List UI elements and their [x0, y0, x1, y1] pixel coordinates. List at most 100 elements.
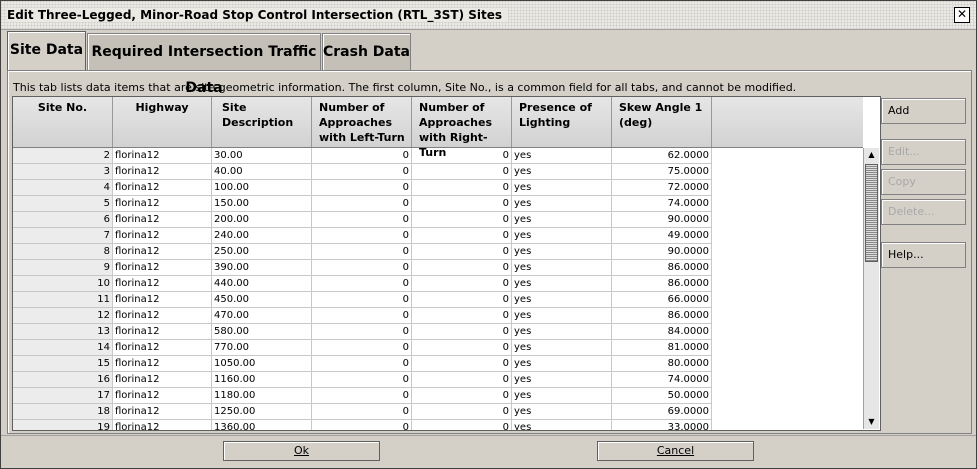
delete-button[interactable]: Delete...	[881, 199, 966, 225]
tab-site-data[interactable]: Site Data	[7, 31, 86, 70]
cell-left-turn[interactable]: 0	[312, 164, 412, 180]
table-row[interactable]: 17 florina12 1180.00 0 0 yes 50.0000	[13, 388, 863, 404]
cell-lighting[interactable]: yes	[512, 404, 612, 420]
column-header-skew-angle[interactable]: Skew Angle 1 (deg)	[612, 97, 712, 147]
cell-highway[interactable]: florina12	[113, 212, 212, 228]
vertical-scrollbar[interactable]: ▲ ▼	[863, 148, 879, 429]
cell-site-no[interactable]: 10	[13, 276, 113, 292]
cell-right-turn[interactable]: 0	[412, 180, 512, 196]
cell-left-turn[interactable]: 0	[312, 260, 412, 276]
cell-site-description[interactable]: 470.00	[212, 308, 312, 324]
cell-lighting[interactable]: yes	[512, 180, 612, 196]
cell-left-turn[interactable]: 0	[312, 372, 412, 388]
close-icon[interactable]: ✕	[954, 7, 970, 23]
cell-right-turn[interactable]: 0	[412, 164, 512, 180]
cell-skew-angle[interactable]: 50.0000	[612, 388, 712, 404]
cell-site-description[interactable]: 1360.00	[212, 420, 312, 430]
tab-crash-data[interactable]: Crash Data	[322, 33, 411, 70]
cell-skew-angle[interactable]: 90.0000	[612, 212, 712, 228]
cell-highway[interactable]: florina12	[113, 324, 212, 340]
table-row[interactable]: 5 florina12 150.00 0 0 yes 74.0000	[13, 196, 863, 212]
cell-site-description[interactable]: 440.00	[212, 276, 312, 292]
cell-lighting[interactable]: yes	[512, 196, 612, 212]
cell-skew-angle[interactable]: 49.0000	[612, 228, 712, 244]
copy-button[interactable]: Copy	[881, 169, 966, 195]
cell-highway[interactable]: florina12	[113, 148, 212, 164]
add-button[interactable]: Add	[881, 98, 966, 124]
table-row[interactable]: 12 florina12 470.00 0 0 yes 86.0000	[13, 308, 863, 324]
table-row[interactable]: 7 florina12 240.00 0 0 yes 49.0000	[13, 228, 863, 244]
cell-highway[interactable]: florina12	[113, 308, 212, 324]
cell-left-turn[interactable]: 0	[312, 308, 412, 324]
cell-site-no[interactable]: 9	[13, 260, 113, 276]
cell-right-turn[interactable]: 0	[412, 196, 512, 212]
cell-left-turn[interactable]: 0	[312, 420, 412, 430]
cell-highway[interactable]: florina12	[113, 244, 212, 260]
cell-right-turn[interactable]: 0	[412, 404, 512, 420]
cell-left-turn[interactable]: 0	[312, 340, 412, 356]
cell-site-no[interactable]: 17	[13, 388, 113, 404]
cell-right-turn[interactable]: 0	[412, 212, 512, 228]
cell-site-description[interactable]: 240.00	[212, 228, 312, 244]
cell-site-no[interactable]: 15	[13, 356, 113, 372]
cell-site-description[interactable]: 40.00	[212, 164, 312, 180]
cell-lighting[interactable]: yes	[512, 228, 612, 244]
cell-lighting[interactable]: yes	[512, 164, 612, 180]
cell-skew-angle[interactable]: 62.0000	[612, 148, 712, 164]
cancel-button[interactable]: Cancel	[597, 441, 754, 461]
cell-skew-angle[interactable]: 74.0000	[612, 372, 712, 388]
cell-site-description[interactable]: 100.00	[212, 180, 312, 196]
column-header-site-description[interactable]: Site Description	[212, 97, 312, 147]
cell-skew-angle[interactable]: 69.0000	[612, 404, 712, 420]
cell-highway[interactable]: florina12	[113, 404, 212, 420]
cell-left-turn[interactable]: 0	[312, 148, 412, 164]
tab-required-intersection-traffic-data[interactable]: Required Intersection Traffic Data	[87, 33, 321, 96]
cell-right-turn[interactable]: 0	[412, 388, 512, 404]
cell-left-turn[interactable]: 0	[312, 212, 412, 228]
cell-lighting[interactable]: yes	[512, 308, 612, 324]
cell-highway[interactable]: florina12	[113, 196, 212, 212]
cell-lighting[interactable]: yes	[512, 260, 612, 276]
cell-site-no[interactable]: 2	[13, 148, 113, 164]
cell-site-no[interactable]: 4	[13, 180, 113, 196]
column-header-right-turn-approaches[interactable]: Number of Approaches with Right-Turn	[412, 97, 512, 159]
cell-site-no[interactable]: 5	[13, 196, 113, 212]
cell-lighting[interactable]: yes	[512, 356, 612, 372]
cell-lighting[interactable]: yes	[512, 244, 612, 260]
cell-right-turn[interactable]: 0	[412, 276, 512, 292]
cell-lighting[interactable]: yes	[512, 372, 612, 388]
cell-site-no[interactable]: 18	[13, 404, 113, 420]
cell-highway[interactable]: florina12	[113, 372, 212, 388]
cell-site-description[interactable]: 250.00	[212, 244, 312, 260]
cell-site-description[interactable]: 580.00	[212, 324, 312, 340]
cell-highway[interactable]: florina12	[113, 228, 212, 244]
cell-left-turn[interactable]: 0	[312, 244, 412, 260]
cell-left-turn[interactable]: 0	[312, 180, 412, 196]
column-header-highway[interactable]: Highway	[113, 97, 212, 147]
table-row[interactable]: 16 florina12 1160.00 0 0 yes 74.0000	[13, 372, 863, 388]
cell-left-turn[interactable]: 0	[312, 388, 412, 404]
cell-site-no[interactable]: 14	[13, 340, 113, 356]
cell-site-description[interactable]: 150.00	[212, 196, 312, 212]
table-row[interactable]: 8 florina12 250.00 0 0 yes 90.0000	[13, 244, 863, 260]
cell-site-no[interactable]: 12	[13, 308, 113, 324]
cell-lighting[interactable]: yes	[512, 276, 612, 292]
cell-skew-angle[interactable]: 86.0000	[612, 276, 712, 292]
cell-left-turn[interactable]: 0	[312, 404, 412, 420]
cell-right-turn[interactable]: 0	[412, 228, 512, 244]
ok-button[interactable]: Ok	[223, 441, 380, 461]
cell-site-no[interactable]: 7	[13, 228, 113, 244]
cell-site-description[interactable]: 1050.00	[212, 356, 312, 372]
table-row[interactable]: 18 florina12 1250.00 0 0 yes 69.0000	[13, 404, 863, 420]
table-row[interactable]: 14 florina12 770.00 0 0 yes 81.0000	[13, 340, 863, 356]
cell-lighting[interactable]: yes	[512, 324, 612, 340]
edit-button[interactable]: Edit...	[881, 139, 966, 165]
column-header-lighting[interactable]: Presence of Lighting	[512, 97, 612, 147]
cell-site-no[interactable]: 13	[13, 324, 113, 340]
table-row[interactable]: 19 florina12 1360.00 0 0 yes 33.0000	[13, 420, 863, 430]
table-row[interactable]: 2 florina12 30.00 0 0 yes 62.0000	[13, 148, 863, 164]
cell-lighting[interactable]: yes	[512, 420, 612, 430]
cell-site-description[interactable]: 30.00	[212, 148, 312, 164]
cell-left-turn[interactable]: 0	[312, 276, 412, 292]
cell-lighting[interactable]: yes	[512, 212, 612, 228]
